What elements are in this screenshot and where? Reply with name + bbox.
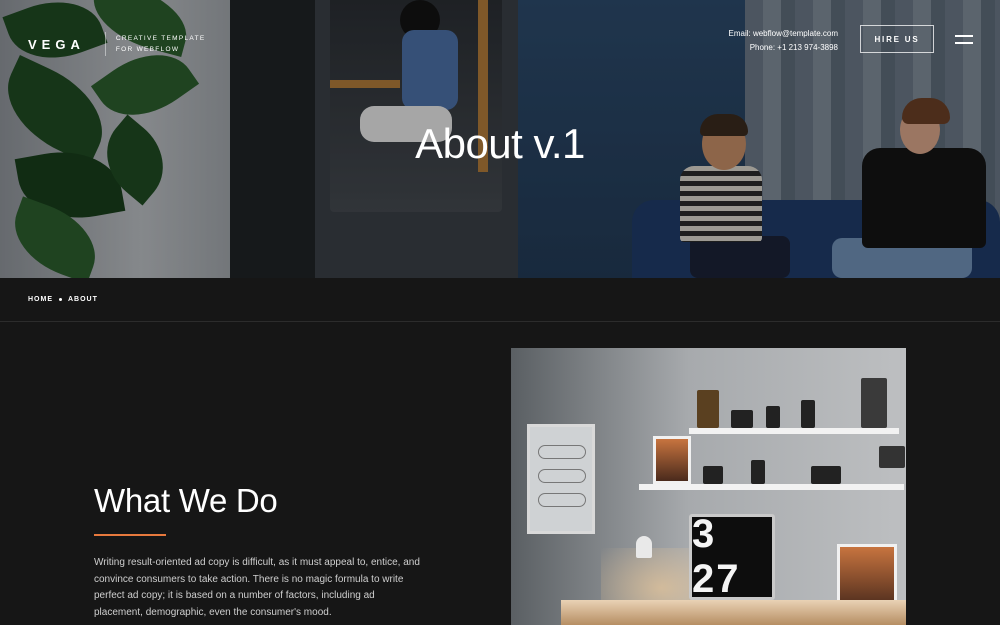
section-accent-line bbox=[94, 534, 166, 536]
office-lamp bbox=[636, 536, 652, 558]
brand-tagline-line1: CREATIVE TEMPLATE bbox=[115, 35, 206, 42]
brand-tagline-line2: FOR WEBFLOW bbox=[115, 46, 180, 53]
office-image: 3 27 bbox=[511, 348, 906, 625]
brand-tagline: CREATIVE TEMPLATE FOR WEBFLOW bbox=[116, 33, 206, 55]
contact-phone[interactable]: Phone: +1 213 974-3898 bbox=[729, 41, 838, 55]
section-body: Writing result-oriented ad copy is diffi… bbox=[94, 557, 420, 619]
brand-divider bbox=[104, 32, 106, 56]
page-title: About v.1 bbox=[415, 120, 585, 167]
office-shelf-bottom bbox=[639, 484, 904, 490]
office-shelf-top bbox=[689, 428, 899, 434]
office-poster bbox=[527, 424, 595, 534]
office-desk bbox=[561, 600, 906, 625]
hamburger-menu-icon[interactable] bbox=[955, 35, 973, 44]
office-clock-text: 3 27 bbox=[692, 512, 741, 601]
brand-logo[interactable]: VEGA CREATIVE TEMPLATE FOR WEBFLOW bbox=[28, 32, 206, 56]
breadcrumb-current: ABOUT bbox=[68, 296, 98, 303]
brand-name: VEGA bbox=[28, 36, 85, 52]
hire-us-button[interactable]: HIRE US bbox=[860, 25, 934, 53]
contact-email[interactable]: Email: webflow@template.com bbox=[729, 27, 839, 41]
contact-info: Email: webflow@template.com Phone: +1 21… bbox=[729, 27, 839, 54]
breadcrumb: HOME ABOUT bbox=[0, 278, 1000, 322]
office-photo-frame bbox=[653, 436, 691, 484]
office-monitor: 3 27 bbox=[689, 512, 775, 601]
section-title: What We Do bbox=[94, 482, 278, 519]
breadcrumb-separator-icon bbox=[59, 298, 62, 301]
breadcrumb-home[interactable]: HOME bbox=[28, 296, 53, 303]
